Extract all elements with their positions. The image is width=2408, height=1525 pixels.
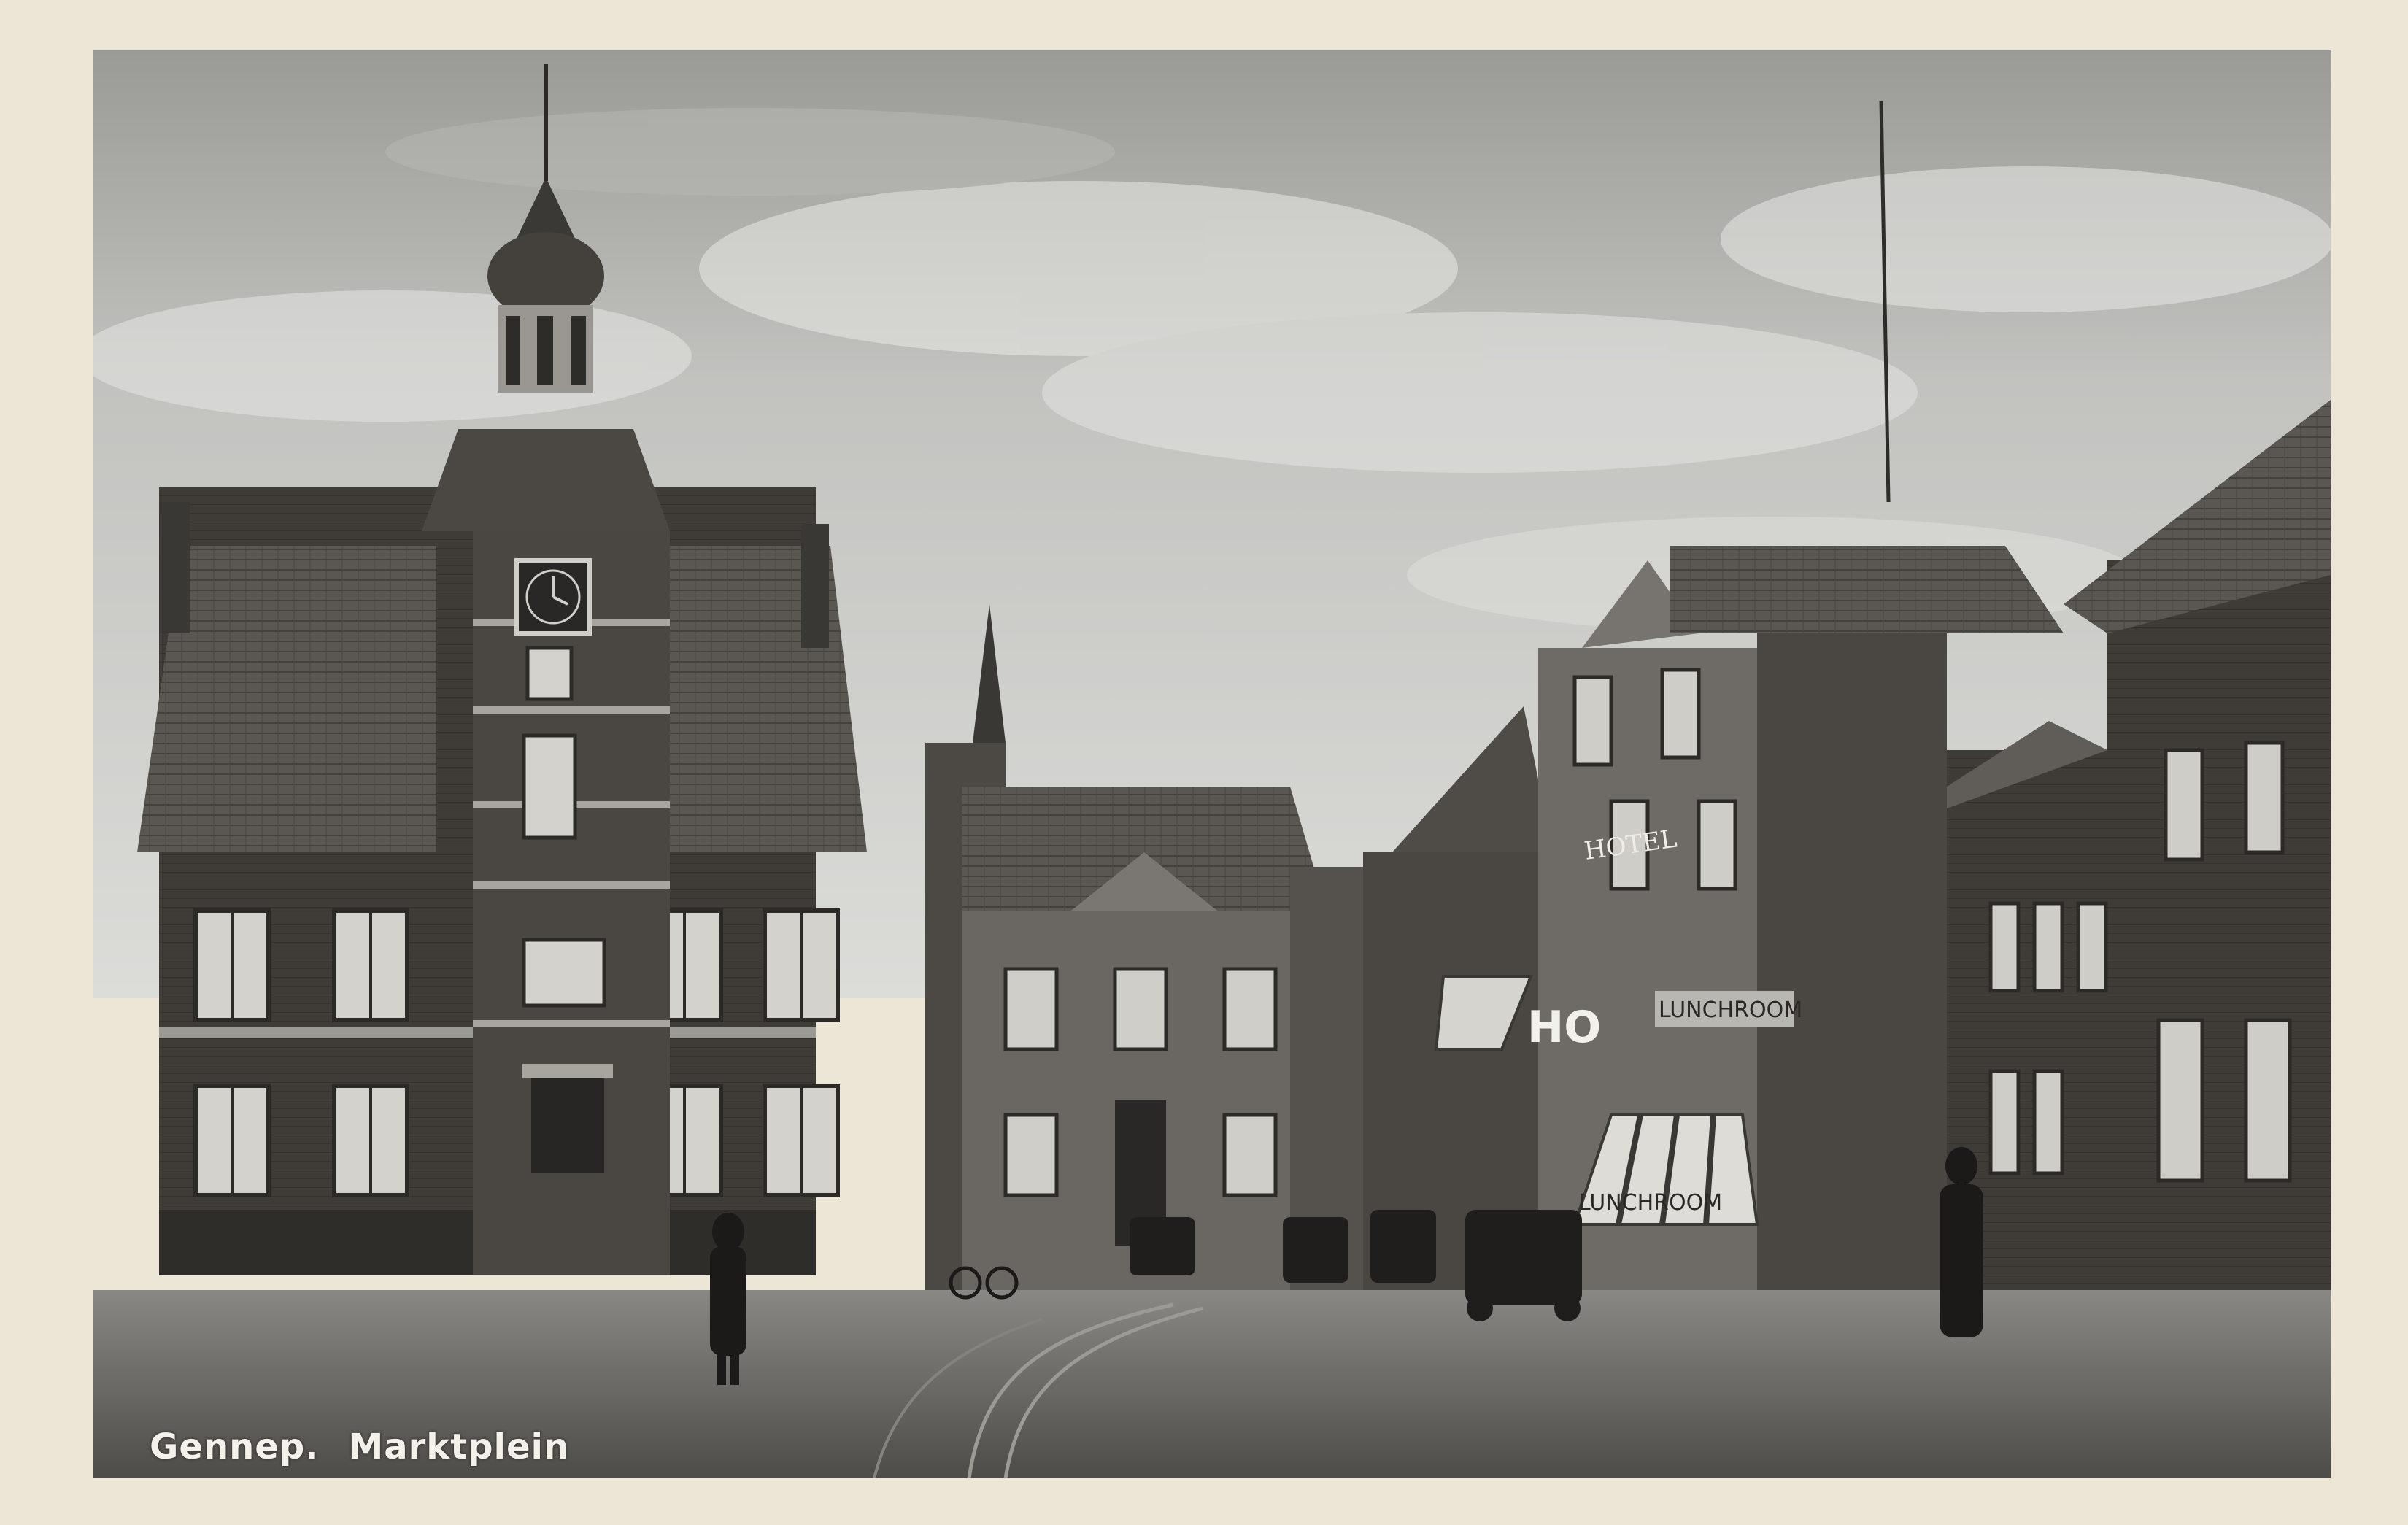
postcard-caption: Gennep. Marktplein xyxy=(150,1426,569,1467)
photo-scene: HOTEL HO LUNCHROOM LUNCHROOM xyxy=(93,50,2331,1478)
photograph: HOTEL HO LUNCHROOM LUNCHROOM xyxy=(93,50,2331,1478)
lunchroom-awning-sign: LUNCHROOM xyxy=(1578,1190,1722,1216)
caption-place: Gennep. xyxy=(150,1426,320,1467)
caption-square: Marktplein xyxy=(348,1426,570,1467)
ho-sign: HO xyxy=(1527,1002,1601,1053)
lunchroom-upper-sign: LUNCHROOM xyxy=(1659,997,1802,1023)
postcard: HOTEL HO LUNCHROOM LUNCHROOM Gennep. Mark… xyxy=(0,0,2408,1525)
